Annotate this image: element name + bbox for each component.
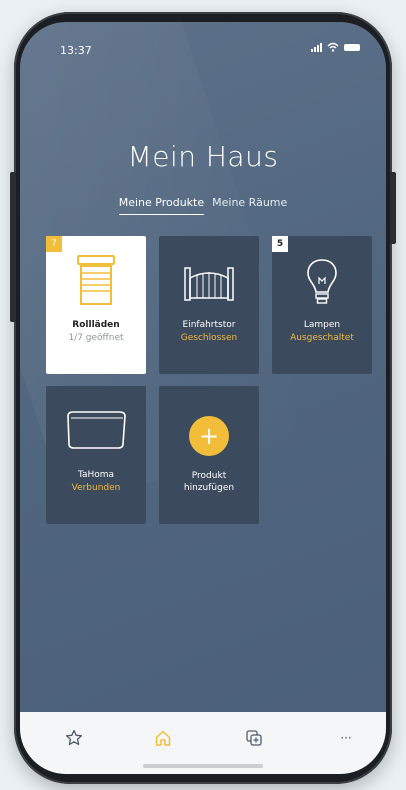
- status-time: 13:37: [60, 44, 92, 57]
- add-product-tile[interactable]: + Produkt hinzufügen: [159, 386, 259, 524]
- star-icon[interactable]: [64, 728, 84, 748]
- tab-meine-produkte[interactable]: Meine Produkte: [118, 196, 205, 215]
- tile-name-line: hinzufügen: [183, 483, 235, 493]
- tile-status: 1/7 geöffnet: [68, 333, 124, 343]
- wifi-icon: [327, 42, 339, 52]
- tab-meine-raeume[interactable]: Meine Räume: [212, 196, 287, 215]
- roller-shutter-icon: [46, 254, 146, 308]
- signal-icon: [311, 42, 322, 52]
- page-title: Mein Haus: [127, 140, 279, 173]
- scenarios-icon[interactable]: [244, 728, 264, 748]
- light-bulb-icon: [272, 254, 372, 308]
- home-indicator: [143, 764, 263, 768]
- tile-name: Produkt hinzufügen: [159, 470, 259, 494]
- tahoma-box-icon: [46, 404, 146, 454]
- tile-name-line: Produkt: [191, 471, 227, 481]
- tile-name: Lampen: [303, 320, 341, 330]
- bottom-nav-bar: ···: [20, 712, 386, 774]
- product-tile-rolllaeden[interactable]: 7 Rollläden 1/7 geöffnet: [46, 236, 146, 374]
- tile-status: Ausgeschaltet: [290, 333, 354, 343]
- home-icon[interactable]: [153, 728, 173, 748]
- count-badge: 7: [46, 236, 62, 252]
- tile-status: Geschlossen: [180, 333, 238, 343]
- phone-side-button: [10, 172, 16, 322]
- product-tile-einfahrtstor[interactable]: Einfahrtstor Geschlossen: [159, 236, 259, 374]
- product-tile-lampen[interactable]: 5 Lampen Ausgeschaltet: [272, 236, 372, 374]
- tile-status: Verbunden: [71, 483, 121, 493]
- gate-icon: [159, 254, 259, 304]
- battery-icon: [344, 44, 360, 51]
- status-icons: [311, 42, 360, 52]
- count-badge: 5: [272, 236, 288, 252]
- product-tile-tahoma[interactable]: TaHoma Verbunden: [46, 386, 146, 524]
- tile-name: TaHoma: [77, 470, 115, 480]
- more-icon[interactable]: ···: [334, 728, 358, 748]
- tile-name: Einfahrtstor: [182, 320, 236, 330]
- plus-icon: +: [159, 404, 259, 456]
- tab-bar: Meine Produkte Meine Räume: [20, 196, 386, 215]
- add-product-button[interactable]: +: [189, 416, 229, 456]
- phone-side-button: [390, 172, 396, 244]
- status-bar: 13:37: [20, 22, 386, 66]
- tile-name: Rollläden: [72, 320, 120, 330]
- app-screen: 13:37 Mein Haus Meine Produkte Meine Räu…: [20, 22, 386, 774]
